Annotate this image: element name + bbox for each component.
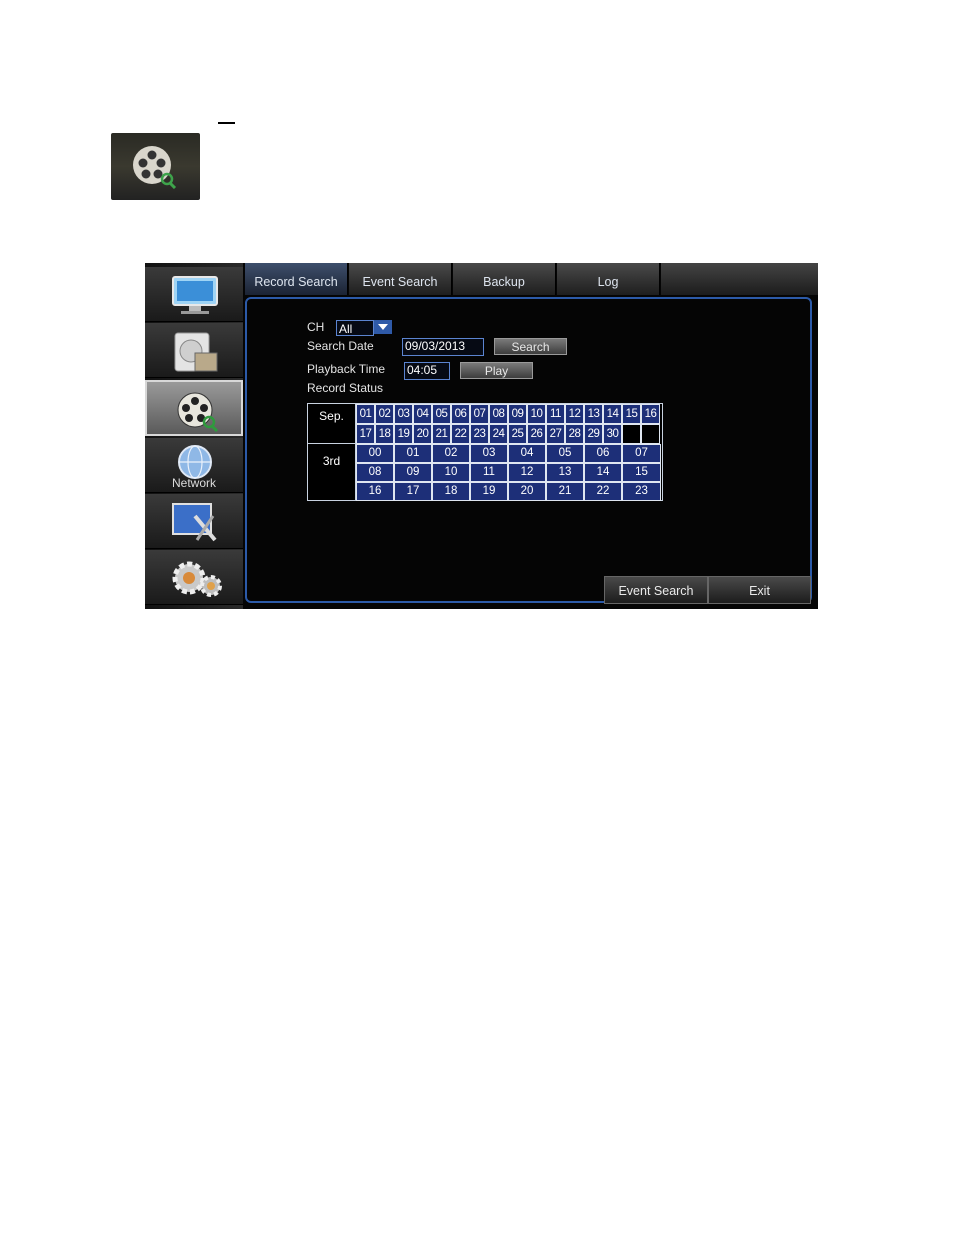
day-cell[interactable]: 26 <box>527 424 546 444</box>
day-cell[interactable]: 16 <box>641 404 660 424</box>
day-cell[interactable]: 20 <box>413 424 432 444</box>
hour-cell[interactable]: 14 <box>584 463 622 482</box>
hour-cell[interactable]: 03 <box>470 444 508 463</box>
event-search-button[interactable]: Event Search <box>604 576 708 604</box>
day-cell[interactable]: 29 <box>584 424 603 444</box>
hour-cell[interactable]: 21 <box>546 482 584 501</box>
day-cell-empty <box>622 424 641 444</box>
hour-cell[interactable]: 20 <box>508 482 546 501</box>
hour-cell[interactable]: 09 <box>394 463 432 482</box>
monitor-tools-icon <box>172 503 217 542</box>
record-status-grid: Sep. 3rd 01 02 03 04 05 06 07 08 09 10 11 12 13 14 15 1… <box>307 403 663 501</box>
day-cell[interactable]: 19 <box>394 424 413 444</box>
dvr-screen: Network Record Search Event Search Backu… <box>145 263 818 609</box>
day-cell[interactable]: 15 <box>622 404 641 424</box>
sidebar-label-network: Network <box>171 476 216 490</box>
hour-cell[interactable]: 01 <box>394 444 432 463</box>
hour-cell[interactable]: 13 <box>546 463 584 482</box>
day-cell[interactable]: 02 <box>375 404 394 424</box>
day-cell[interactable]: 22 <box>451 424 470 444</box>
gears-icon <box>172 561 222 597</box>
hour-cell[interactable]: 08 <box>356 463 394 482</box>
ch-select[interactable]: All <box>336 320 374 336</box>
sidebar-item-record[interactable] <box>145 323 243 378</box>
day-cell[interactable]: 21 <box>432 424 451 444</box>
sidebar-item-system[interactable] <box>145 550 243 605</box>
day-cell[interactable]: 05 <box>432 404 451 424</box>
day-cell[interactable]: 18 <box>375 424 394 444</box>
tab-bar: Record Search Event Search Backup Log <box>245 263 818 295</box>
day-cell[interactable]: 24 <box>489 424 508 444</box>
film-reel-magnifier-icon <box>133 146 177 189</box>
day-cell[interactable]: 27 <box>546 424 565 444</box>
day-cell[interactable]: 12 <box>565 404 584 424</box>
day-cell-empty <box>641 424 660 444</box>
record-disk-icon <box>174 332 218 372</box>
exit-button[interactable]: Exit <box>708 576 811 604</box>
sidebar-item-network[interactable]: Network <box>145 438 243 493</box>
hour-cell[interactable]: 17 <box>394 482 432 501</box>
selected-day-label: 3rd <box>308 444 356 500</box>
hour-cell[interactable]: 00 <box>356 444 394 463</box>
ch-label: CH <box>307 320 325 334</box>
tab-record-search[interactable]: Record Search <box>245 263 348 295</box>
playback-time-input[interactable]: 04:05 <box>404 362 450 380</box>
day-cell[interactable]: 01 <box>356 404 375 424</box>
hour-cell[interactable]: 16 <box>356 482 394 501</box>
search-button[interactable]: Search <box>494 338 567 355</box>
day-cell[interactable]: 28 <box>565 424 584 444</box>
hour-cell[interactable]: 23 <box>622 482 661 501</box>
hour-cell[interactable]: 12 <box>508 463 546 482</box>
hour-cell[interactable]: 22 <box>584 482 622 501</box>
record-status-label: Record Status <box>307 381 384 395</box>
hour-cell[interactable]: 07 <box>622 444 661 463</box>
tab-backup[interactable]: Backup <box>453 263 556 295</box>
hour-cell[interactable]: 19 <box>470 482 508 501</box>
hour-cell[interactable]: 06 <box>584 444 622 463</box>
search-date-label: Search Date <box>307 339 374 353</box>
day-cell[interactable]: 11 <box>546 404 565 424</box>
tab-log[interactable]: Log <box>557 263 660 295</box>
hour-cell[interactable]: 18 <box>432 482 470 501</box>
top-dash <box>218 122 235 124</box>
day-cell[interactable]: 30 <box>603 424 622 444</box>
day-cell[interactable]: 10 <box>527 404 546 424</box>
day-cell[interactable]: 14 <box>603 404 622 424</box>
tab-event-search[interactable]: Event Search <box>349 263 452 295</box>
film-reel-magnifier-icon <box>177 392 219 432</box>
day-cell[interactable]: 06 <box>451 404 470 424</box>
day-cell[interactable]: 08 <box>489 404 508 424</box>
day-cell[interactable]: 07 <box>470 404 489 424</box>
sidebar: Network <box>145 263 243 609</box>
day-cell[interactable]: 13 <box>584 404 603 424</box>
playback-menu-icon-thumbnail <box>111 133 200 200</box>
hour-cell[interactable]: 05 <box>546 444 584 463</box>
hour-cell[interactable]: 02 <box>432 444 470 463</box>
monitor-icon <box>172 276 218 314</box>
day-cell[interactable]: 17 <box>356 424 375 444</box>
hour-cell[interactable]: 10 <box>432 463 470 482</box>
sidebar-item-advanced[interactable] <box>145 494 243 549</box>
search-date-input[interactable]: 09/03/2013 <box>402 338 484 356</box>
chevron-down-icon[interactable] <box>374 320 392 334</box>
day-cell[interactable]: 25 <box>508 424 527 444</box>
tab-bar-filler <box>661 263 818 295</box>
play-button[interactable]: Play <box>460 362 533 379</box>
month-label: Sep. <box>308 404 356 444</box>
day-cell[interactable]: 04 <box>413 404 432 424</box>
day-cell[interactable]: 23 <box>470 424 489 444</box>
day-cell[interactable]: 09 <box>508 404 527 424</box>
sidebar-item-display[interactable] <box>145 267 243 322</box>
playback-time-label: Playback Time <box>307 362 386 376</box>
hour-cell[interactable]: 04 <box>508 444 546 463</box>
hour-cell[interactable]: 15 <box>622 463 661 482</box>
day-cell[interactable]: 03 <box>394 404 413 424</box>
hour-cell[interactable]: 11 <box>470 463 508 482</box>
sidebar-item-search[interactable] <box>145 380 243 436</box>
